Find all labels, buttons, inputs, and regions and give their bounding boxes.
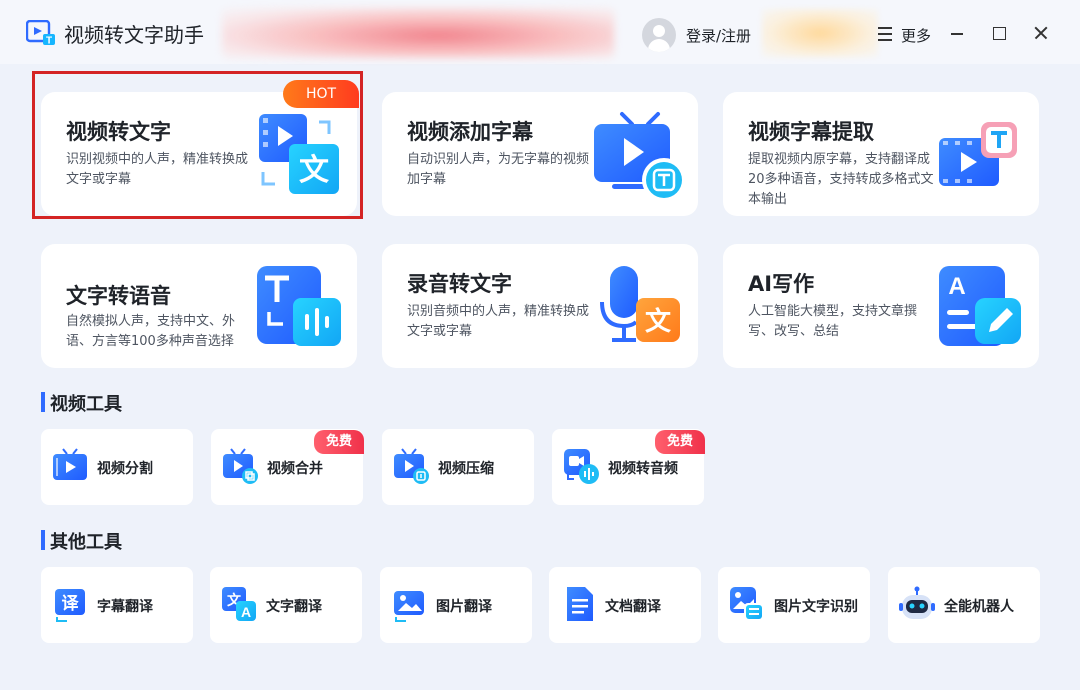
- svg-text:文: 文: [299, 153, 329, 188]
- menu-icon[interactable]: [878, 27, 892, 41]
- tool-label: 图片翻译: [436, 599, 492, 615]
- tool-label: 图片文字识别: [774, 599, 858, 615]
- vip-banner[interactable]: [762, 9, 878, 57]
- section-other-tools: 其他工具: [41, 528, 122, 554]
- tool-label: 文档翻译: [605, 599, 661, 615]
- app-title: 视频转文字助手: [64, 23, 204, 47]
- tool-subtitle-translate[interactable]: 译 字幕翻译: [41, 567, 193, 643]
- feature-desc: 自然模拟人声，支持中文、外语、方言等100多种声音选择: [66, 314, 236, 349]
- free-badge: 免费: [655, 430, 705, 454]
- video-to-audio-icon: [564, 449, 599, 484]
- audio-to-text-icon: 文: [600, 266, 680, 342]
- subtitle-translate-icon: 译: [55, 589, 85, 622]
- text-to-speech-icon: [257, 266, 341, 346]
- tool-video-split[interactable]: 视频分割: [41, 429, 193, 505]
- tool-robot[interactable]: 全能机器人: [888, 567, 1040, 643]
- feature-card-extract-subtitles[interactable]: 视频字幕提取 提取视频内原字幕，支持翻译成20多种语音，支持转成多格式文本输出: [723, 92, 1039, 216]
- tool-label: 全能机器人: [944, 599, 1014, 615]
- feature-card-add-subtitles[interactable]: 视频添加字幕 自动识别人声，为无字幕的视频加字幕: [382, 92, 698, 216]
- feature-card-ai-writing[interactable]: AI写作 人工智能大模型，支持文章撰写、改写、总结 A: [723, 244, 1039, 368]
- tv-subtitle-icon: [594, 112, 686, 202]
- tool-label: 视频压缩: [438, 461, 494, 477]
- feature-card-text-to-speech[interactable]: 文字转语音 自然模拟人声，支持中文、外语、方言等100多种声音选择: [41, 244, 357, 368]
- video-merge-icon: [223, 448, 258, 484]
- feature-desc: 提取视频内原字幕，支持翻译成20多种语音，支持转成多格式文本输出: [748, 152, 934, 207]
- subtitle-extract-icon: [939, 122, 1017, 186]
- tool-document-translate[interactable]: 文档翻译: [549, 567, 701, 643]
- title-bar: T 视频转文字助手 登录/注册 更多: [0, 0, 1080, 64]
- section-video-tools: 视频工具: [41, 390, 122, 416]
- tool-label: 文字翻译: [266, 599, 322, 615]
- ai-writing-icon: A: [939, 266, 1021, 346]
- hot-badge: HOT: [283, 80, 359, 108]
- close-button[interactable]: [1026, 18, 1056, 48]
- feature-desc: 识别视频中的人声，精准转换成文字或字幕: [66, 152, 249, 187]
- video-to-text-icon: 文: [259, 114, 339, 194]
- tool-label: 字幕翻译: [97, 599, 153, 615]
- feature-card-video-to-text[interactable]: 视频转文字 识别视频中的人声，精准转换成文字或字幕 文: [41, 92, 357, 216]
- text-translate-icon: 文 A: [222, 587, 256, 621]
- minimize-button[interactable]: [942, 18, 972, 48]
- tool-image-translate[interactable]: 图片翻译: [380, 567, 532, 643]
- feature-title: 视频字幕提取: [748, 120, 874, 144]
- feature-title: 文字转语音: [66, 284, 171, 308]
- maximize-button[interactable]: [984, 18, 1014, 48]
- feature-desc: 自动识别人声，为无字幕的视频加字幕: [407, 152, 590, 187]
- document-translate-icon: [567, 587, 593, 621]
- feature-desc: 人工智能大模型，支持文章撰写、改写、总结: [748, 304, 918, 339]
- promo-banner[interactable]: [222, 8, 614, 58]
- robot-icon: [899, 586, 935, 619]
- video-compress-icon: [394, 448, 429, 484]
- svg-text:译: 译: [62, 594, 80, 614]
- login-link[interactable]: 登录/注册: [686, 25, 751, 46]
- feature-desc: 识别音频中的人声，精准转换成文字或字幕: [407, 304, 590, 339]
- svg-text:A: A: [241, 604, 251, 620]
- more-button[interactable]: 更多: [901, 25, 931, 46]
- svg-text:T: T: [46, 36, 52, 47]
- feature-title: AI写作: [748, 272, 815, 296]
- image-translate-icon: [394, 591, 424, 622]
- feature-title: 录音转文字: [407, 272, 512, 296]
- tool-label: 视频转音频: [608, 461, 678, 477]
- tool-image-ocr[interactable]: 图片文字识别: [718, 567, 870, 643]
- tool-label: 视频分割: [97, 461, 153, 477]
- avatar[interactable]: [642, 18, 676, 52]
- app-logo-icon: T: [26, 20, 55, 47]
- ocr-icon: [730, 587, 764, 621]
- svg-text:文: 文: [645, 306, 672, 337]
- tool-video-compress[interactable]: 视频压缩: [382, 429, 534, 505]
- feature-title: 视频转文字: [66, 120, 171, 144]
- svg-text:A: A: [948, 273, 965, 300]
- free-badge: 免费: [314, 430, 364, 454]
- tool-label: 视频合并: [267, 461, 323, 477]
- video-split-icon: [53, 448, 87, 480]
- tool-text-translate[interactable]: 文 A 文字翻译: [210, 567, 362, 643]
- feature-title: 视频添加字幕: [407, 120, 533, 144]
- feature-card-audio-to-text[interactable]: 录音转文字 识别音频中的人声，精准转换成文字或字幕 文: [382, 244, 698, 368]
